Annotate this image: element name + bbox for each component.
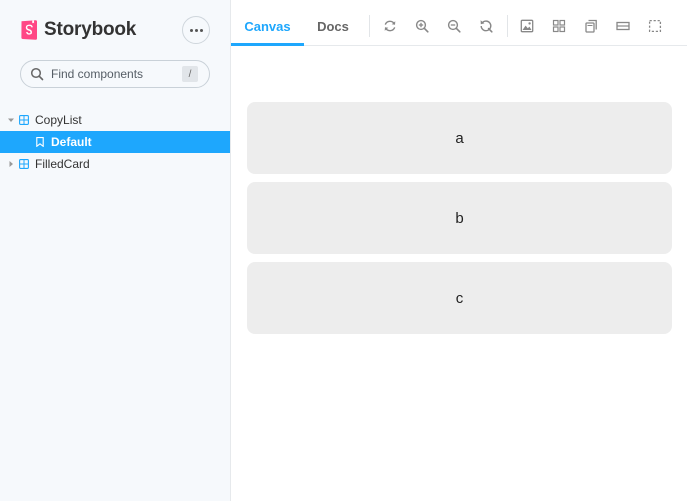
tab-docs[interactable]: Docs xyxy=(309,6,357,46)
search-shortcut-badge: / xyxy=(182,66,198,82)
zoom-reset-icon[interactable] xyxy=(479,19,493,33)
card: a xyxy=(247,102,672,174)
grid-icon[interactable] xyxy=(552,19,566,33)
background-icon[interactable] xyxy=(520,19,534,33)
toolbar: Canvas Docs xyxy=(231,6,687,46)
zoom-in-icon[interactable] xyxy=(415,19,429,33)
measure-icon[interactable] xyxy=(616,19,630,33)
story-canvas: a b c xyxy=(231,46,687,501)
card: b xyxy=(247,182,672,254)
tree-item-label: CopyList xyxy=(35,113,82,127)
bookmark-icon xyxy=(36,137,44,147)
search-field[interactable]: Find components / xyxy=(20,60,210,88)
search-icon xyxy=(30,67,44,81)
storybook-app: Storybook Find components / CopyList Def… xyxy=(0,0,687,501)
tree-item-copylist[interactable]: CopyList xyxy=(0,109,230,131)
sidebar: Storybook Find components / CopyList Def… xyxy=(0,0,230,501)
sidebar-menu-button[interactable] xyxy=(182,16,210,44)
tree-item-filledcard[interactable]: FilledCard xyxy=(0,153,230,175)
story-tree: CopyList Default FilledCard xyxy=(0,109,230,175)
card: c xyxy=(247,262,672,334)
main-panel: Canvas Docs a b c xyxy=(230,0,687,501)
storybook-logo-icon xyxy=(21,20,37,40)
component-icon xyxy=(19,159,29,169)
outline-icon[interactable] xyxy=(648,19,662,33)
search-input[interactable]: Find components xyxy=(51,67,143,81)
reload-icon[interactable] xyxy=(383,19,397,33)
tab-canvas[interactable]: Canvas xyxy=(231,6,304,46)
viewport-icon[interactable] xyxy=(584,19,598,33)
brand-title: Storybook xyxy=(44,19,137,40)
caret-down-icon xyxy=(8,118,14,122)
toolbar-divider xyxy=(369,15,370,37)
tree-item-label: FilledCard xyxy=(35,157,90,171)
toolbar-divider xyxy=(507,15,508,37)
ellipsis-icon xyxy=(189,28,203,32)
tree-item-default[interactable]: Default xyxy=(0,131,230,153)
zoom-out-icon[interactable] xyxy=(447,19,461,33)
brand[interactable]: Storybook xyxy=(20,18,136,42)
tree-item-label: Default xyxy=(51,135,92,149)
caret-right-icon xyxy=(9,161,13,167)
component-icon xyxy=(19,115,29,125)
